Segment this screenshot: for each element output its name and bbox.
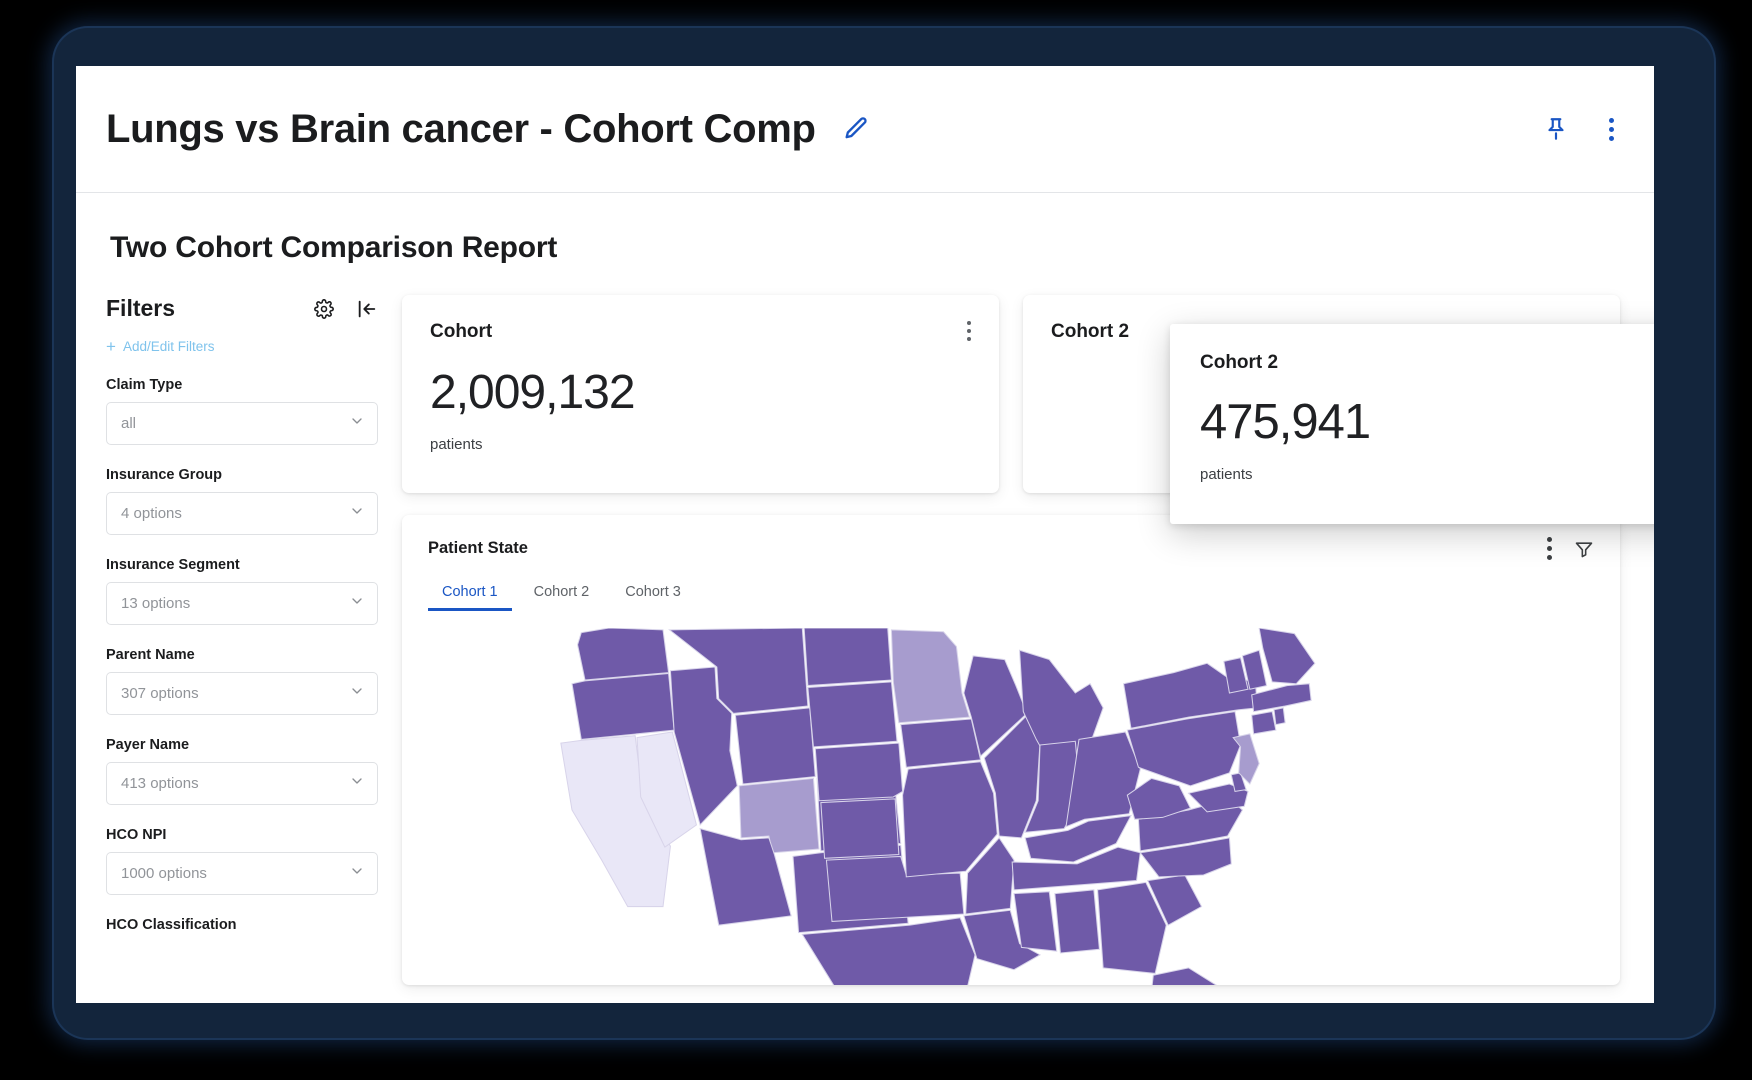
page-title: Lungs vs Brain cancer - Cohort Comp <box>106 106 816 151</box>
filters-header: Filters <box>106 295 378 322</box>
filter-label: Insurance Group <box>106 467 223 483</box>
kpi-title: Cohort <box>430 321 493 342</box>
cohort-2-overlay-card[interactable]: Cohort 2 475,941 patients <box>1170 324 1654 524</box>
chevron-down-icon <box>349 593 365 614</box>
chevron-down-icon <box>349 413 365 434</box>
filter-group-hco-npi: HCO NPI 1000 options <box>106 827 378 895</box>
gear-icon[interactable] <box>314 298 334 319</box>
filter-group-payer-name: Payer Name 413 options <box>106 737 378 805</box>
filter-label: Claim Type <box>106 377 183 393</box>
filter-list: Claim Type all Insurance Group 4 options Ins… <box>106 377 378 933</box>
kpi-more-menu[interactable] <box>967 321 971 341</box>
map-state-ct[interactable] <box>1251 710 1277 735</box>
filter-select[interactable]: all <box>106 402 378 445</box>
patient-state-map[interactable] <box>428 628 1594 985</box>
overlay-title: Cohort 2 <box>1200 352 1279 373</box>
filter-group-insurance-segment: Insurance Segment 13 options <box>106 557 378 625</box>
add-edit-filters-label: Add/Edit Filters <box>122 339 215 354</box>
filters-title: Filters <box>106 295 176 321</box>
overlay-value: 475,941 <box>1200 395 1371 449</box>
map-state-nd[interactable] <box>803 628 892 687</box>
chevron-down-icon <box>349 863 365 884</box>
report-heading: Two Cohort Comparison Report <box>110 231 558 264</box>
map-state-wa[interactable] <box>577 628 670 681</box>
filter-label: Parent Name <box>106 647 195 663</box>
filter-value: 4 options <box>121 505 182 522</box>
filter-group-insurance-group: Insurance Group 4 options <box>106 467 378 535</box>
map-state-ri[interactable] <box>1273 707 1286 726</box>
overlay-header: Cohort 2 <box>1200 352 1654 374</box>
chevron-down-icon <box>349 773 365 794</box>
filter-value: all <box>121 415 137 432</box>
cohort-tabs: Cohort 1 Cohort 2 Cohort 3 <box>428 578 1594 612</box>
app-header: Lungs vs Brain cancer - Cohort Comp <box>76 66 1654 193</box>
map-state-mn[interactable] <box>890 629 971 724</box>
chevron-down-icon <box>349 683 365 704</box>
kpi-title: Cohort 2 <box>1051 321 1130 342</box>
tab-cohort-1[interactable]: Cohort 1 <box>428 578 512 611</box>
plus-icon: + <box>106 337 116 356</box>
patient-state-panel: Patient State Cohort 1 Cohort 2 Cohort 3 <box>402 515 1620 985</box>
filter-select[interactable]: 13 options <box>106 582 378 625</box>
panel-header-icons <box>1547 537 1594 560</box>
filter-group-parent-name: Parent Name 307 options <box>106 647 378 715</box>
filter-value: 13 options <box>121 595 191 612</box>
screen-root: Lungs vs Brain cancer - Cohort Comp Two … <box>0 0 1752 1080</box>
overlay-unit: patients <box>1200 466 1253 483</box>
filter-group-claim-type: Claim Type all <box>106 377 378 445</box>
map-state-or[interactable] <box>571 672 675 740</box>
filter-value: 1000 options <box>121 865 207 882</box>
map-state-al[interactable] <box>1054 889 1100 954</box>
panel-more-menu[interactable] <box>1547 537 1552 560</box>
add-edit-filters-button[interactable]: + Add/Edit Filters <box>106 338 378 355</box>
map-state-wy[interactable] <box>734 707 816 785</box>
filter-label: Insurance Segment <box>106 557 240 573</box>
filter-label: HCO Classification <box>106 917 237 933</box>
map-state-ne[interactable] <box>814 742 904 802</box>
kpi-card-cohort-1: Cohort 2,009,132 patients <box>402 295 999 493</box>
map-state-ma[interactable] <box>1251 683 1312 713</box>
tab-cohort-2[interactable]: Cohort 2 <box>520 578 604 611</box>
funnel-icon[interactable] <box>1574 539 1594 559</box>
header-actions <box>1543 116 1614 142</box>
map-state-ia[interactable] <box>900 718 982 768</box>
filter-value: 307 options <box>121 685 199 702</box>
filter-label: HCO NPI <box>106 827 167 843</box>
collapse-left-icon[interactable] <box>356 298 378 320</box>
tab-cohort-3[interactable]: Cohort 3 <box>611 578 695 611</box>
panel-title: Patient State <box>428 539 528 557</box>
kpi-unit: patients <box>430 436 483 453</box>
pencil-icon[interactable] <box>842 115 870 143</box>
map-state-me[interactable] <box>1258 628 1316 685</box>
filter-label: Payer Name <box>106 737 190 753</box>
app-window: Lungs vs Brain cancer - Cohort Comp Two … <box>76 66 1654 1003</box>
filters-sidebar: Filters + Add/Edit Filters Claim Type al… <box>106 295 402 985</box>
filters-header-icons <box>314 298 378 320</box>
filter-group-hco-classification: HCO Classification <box>106 917 378 933</box>
filter-select[interactable]: 413 options <box>106 762 378 805</box>
filter-select[interactable]: 307 options <box>106 672 378 715</box>
filter-value: 413 options <box>121 775 199 792</box>
map-state-ks[interactable] <box>820 798 900 859</box>
chevron-down-icon <box>349 503 365 524</box>
page-body: Two Cohort Comparison Report Filters + A… <box>76 193 1654 1003</box>
header-more-menu[interactable] <box>1609 117 1614 141</box>
map-state-ms[interactable] <box>1013 891 1058 952</box>
filter-select[interactable]: 4 options <box>106 492 378 535</box>
map-state-sd[interactable] <box>807 681 898 748</box>
kpi-header: Cohort <box>430 321 971 343</box>
filter-select[interactable]: 1000 options <box>106 852 378 895</box>
kpi-value: 2,009,132 <box>430 366 636 419</box>
panel-header: Patient State <box>428 537 1594 560</box>
pin-icon[interactable] <box>1543 116 1569 142</box>
map-state-fl[interactable] <box>1151 967 1235 985</box>
us-map-svg[interactable] <box>428 628 1548 985</box>
